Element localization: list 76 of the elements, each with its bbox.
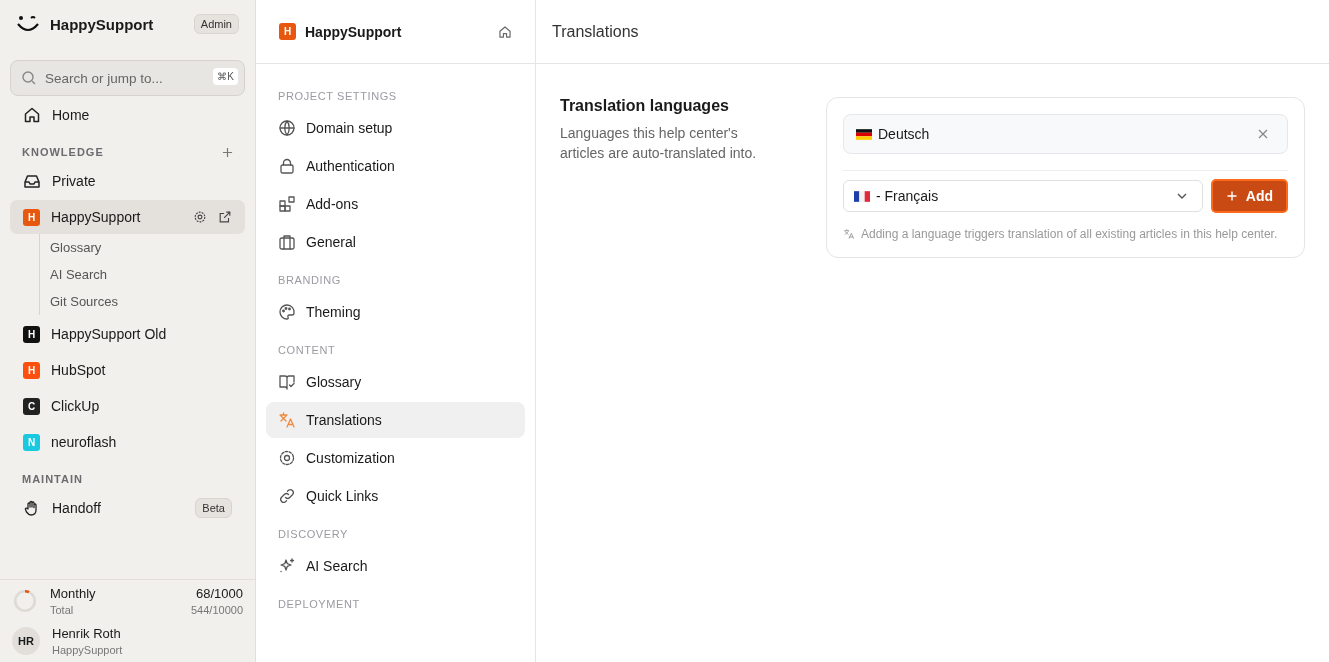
knowledge-item[interactable]: H HubSpot — [10, 353, 245, 387]
settings-nav-item[interactable]: Customization — [266, 440, 525, 476]
sub-item[interactable]: Glossary — [50, 234, 245, 261]
smiley-logo-icon — [16, 14, 40, 34]
section-description: Languages this help center's articles are auto-translated into. — [560, 124, 758, 164]
settings-icon[interactable] — [193, 210, 207, 224]
knowledge-item[interactable]: H HappySupport — [10, 200, 245, 234]
section-heading: DISCOVERY — [277, 527, 349, 542]
section-heading: MAINTAIN — [22, 473, 83, 485]
home-icon[interactable] — [498, 24, 512, 39]
settings-nav-item[interactable]: General — [266, 224, 525, 260]
usage-sublabel: Total — [50, 604, 75, 616]
knowledge-item[interactable]: C ClickUp — [10, 389, 245, 423]
section-title: Translation languages — [560, 97, 730, 115]
project-badge: H — [23, 208, 40, 226]
language-chip: Deutsch — [843, 114, 1288, 154]
settings-nav-item[interactable]: AI Search — [266, 548, 525, 584]
settings-nav-item[interactable]: Theming — [266, 294, 525, 330]
usage-label: Monthly — [50, 586, 97, 601]
sparkle-icon — [278, 557, 296, 575]
home-icon — [23, 106, 41, 124]
section-heading: CONTENT — [277, 343, 337, 358]
knowledge-item[interactable]: N neuroflash — [10, 425, 245, 459]
translate-icon — [843, 228, 855, 240]
settings-nav-item[interactable]: Domain setup — [266, 110, 525, 146]
brand-name: HappySupport — [50, 15, 155, 33]
settings-nav-item[interactable]: Glossary — [266, 364, 525, 400]
hint-text: Adding a language triggers translation of all existing articles in this help center. — [861, 227, 1278, 241]
role-badge: Admin — [193, 14, 239, 34]
usage-total: 544/10000 — [191, 604, 243, 616]
section-heading: BRANDING — [277, 273, 342, 288]
flag-icon — [854, 190, 870, 202]
sub-item[interactable]: AI Search — [50, 261, 245, 288]
project-badge: N — [23, 433, 40, 451]
section-heading: PROJECT SETTINGS — [277, 89, 398, 104]
sub-item[interactable]: Git Sources — [50, 288, 245, 315]
knowledge-item[interactable]: H HappySupport Old — [10, 317, 245, 351]
settings-nav-item[interactable]: Authentication — [266, 148, 525, 184]
settings-nav-item[interactable]: Quick Links — [266, 478, 525, 514]
palette-icon — [278, 303, 296, 321]
remove-icon[interactable] — [1257, 128, 1269, 140]
shortcut-hint: ⌘K — [213, 68, 238, 85]
globe-icon — [278, 119, 296, 137]
search-icon — [21, 70, 37, 86]
project-badge: H — [279, 23, 296, 40]
settings-nav-item[interactable]: Add-ons — [266, 186, 525, 222]
add-button[interactable]: Add — [1210, 179, 1288, 213]
settings-nav-item[interactable]: Translations — [266, 402, 525, 438]
project-badge: C — [23, 397, 40, 415]
addons-icon — [278, 195, 296, 213]
project-name: HappySupport — [305, 23, 403, 40]
plus-icon — [1225, 190, 1238, 202]
section-heading: DEPLOYMENT — [277, 597, 361, 612]
inbox-icon — [23, 172, 41, 190]
handoff-item[interactable]: Handoff Beta — [10, 491, 245, 525]
briefcase-icon — [278, 233, 296, 251]
lock-icon — [278, 157, 296, 175]
user-name: Henrik Roth — [52, 626, 122, 641]
add-icon[interactable] — [222, 146, 233, 158]
book-icon — [278, 373, 296, 391]
project-badge: H — [23, 361, 40, 379]
language-select[interactable]: - Français — [843, 180, 1203, 212]
knowledge-item[interactable]: Private — [10, 164, 245, 198]
translate-icon — [278, 411, 296, 429]
usage-value: 68/1000 — [196, 586, 243, 601]
flag-icon — [856, 128, 872, 140]
user-avatar[interactable]: HR — [12, 627, 40, 655]
page-title: Translations — [552, 22, 639, 41]
link-icon — [278, 487, 296, 505]
beta-badge: Beta — [195, 498, 232, 518]
external-link-icon[interactable] — [218, 210, 232, 224]
section-heading: KNOWLEDGE — [22, 146, 104, 158]
gear-icon — [278, 449, 296, 467]
user-org: HappySupport — [52, 644, 123, 656]
home-link[interactable]: Home — [10, 98, 245, 132]
project-badge: H — [23, 325, 40, 343]
